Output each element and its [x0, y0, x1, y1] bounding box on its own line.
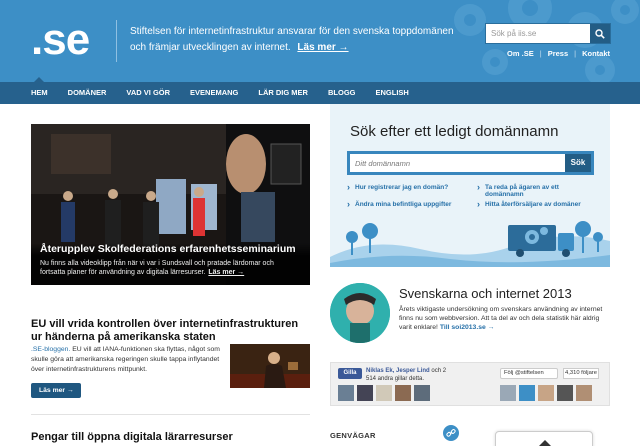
facebook-names[interactable]: Niklas Ek, Jesper Lind	[366, 368, 430, 374]
domain-link-owner[interactable]: Ta reda på ägaren av ett domännamn	[477, 182, 597, 198]
avatar[interactable]	[395, 385, 411, 401]
nav-item-english[interactable]: ENGLISH	[365, 82, 418, 104]
avatar[interactable]	[357, 385, 373, 401]
search-button[interactable]	[590, 24, 610, 43]
domain-links: Hur registrerar jag en domän? Ta reda på…	[347, 182, 597, 209]
avatar[interactable]	[519, 385, 535, 401]
avatar[interactable]	[376, 385, 392, 401]
search-icon	[595, 28, 605, 39]
top-link-contact[interactable]: Kontakt	[582, 49, 610, 58]
twitter-follower-count: 4,310 följare	[563, 368, 599, 379]
nav-item-domains[interactable]: DOMÄNER	[58, 82, 117, 104]
nav-item-what-we-do[interactable]: VAD VI GÖR	[116, 82, 180, 104]
top-link-separator: |	[539, 49, 542, 58]
avatar[interactable]	[557, 385, 573, 401]
hero-caption: Återupplev Skolfederations erfarenhetsse…	[31, 243, 310, 285]
avatar[interactable]	[338, 385, 354, 401]
site-search	[485, 23, 611, 44]
twitter-follow-button[interactable]: Följ @stiftelsen	[500, 368, 558, 379]
domain-search-box: Sök efter ett ledigt domännamn Sök Hur r…	[330, 104, 610, 267]
site-tagline: Stiftelsen för internetinfrastruktur ans…	[130, 24, 460, 56]
hero-title[interactable]: Återupplev Skolfederations erfarenhetsse…	[40, 243, 301, 255]
avatar[interactable]	[576, 385, 592, 401]
domain-link-register[interactable]: Hur registrerar jag en domän?	[347, 182, 477, 198]
domain-search-form: Sök	[347, 151, 594, 175]
facebook-avatars	[338, 385, 430, 401]
facebook-like-text: Niklas Ek, Jesper Lind och 2 514 andra g…	[366, 367, 456, 383]
internet2013-title[interactable]: Svenskarna och internet 2013	[399, 286, 572, 301]
scroll-to-top-button[interactable]	[495, 431, 593, 446]
avatar[interactable]	[538, 385, 554, 401]
top-links: Om .SE | Press | Kontakt	[507, 49, 610, 58]
hero-banner[interactable]: Återupplev Skolfederations erfarenhetsse…	[31, 124, 310, 285]
top-link-about[interactable]: Om .SE	[507, 49, 534, 58]
hero-body: Nu finns alla videoklipp från när vi var…	[40, 259, 301, 277]
article-source-link[interactable]: .SE-bloggen.	[31, 346, 70, 353]
tagline-more-link[interactable]: Läs mer →	[297, 42, 348, 53]
social-widgets: Gilla Niklas Ek, Jesper Lind och 2 514 a…	[330, 362, 610, 406]
domain-search-button[interactable]: Sök	[565, 154, 591, 172]
shortcuts-heading: GENVÄGAR	[330, 431, 376, 440]
main-nav: HEM DOMÄNER VAD VI GÖR EVENEMANG LÄR DIG…	[0, 77, 640, 104]
article-title[interactable]: Pengar till öppna digitala lärarresurser	[31, 431, 233, 443]
domain-input[interactable]	[350, 154, 565, 172]
site-logo[interactable]: .se	[31, 18, 90, 62]
hero-more-link[interactable]: Läs mer →	[208, 269, 244, 276]
internet2013-body: Årets viktigaste undersökning om svenska…	[399, 305, 613, 333]
nav-item-label: HEM	[31, 88, 48, 97]
tagline-text: Stiftelsen för internetinfrastruktur ans…	[130, 26, 454, 53]
nav-item-events[interactable]: EVENEMANG	[180, 82, 248, 104]
internet2013-link[interactable]: Till soi2013.se →	[440, 324, 495, 331]
article-image[interactable]	[230, 344, 310, 388]
nav-item-blog[interactable]: BLOGG	[318, 82, 366, 104]
logo-divider	[116, 20, 117, 62]
top-link-press[interactable]: Press	[548, 49, 568, 58]
active-caret-icon	[34, 77, 45, 82]
article-title[interactable]: EU vill vrida kontrollen över internetin…	[31, 318, 310, 343]
page: .se Stiftelsen för internetinfrastruktur…	[0, 0, 640, 446]
read-more-button[interactable]: Läs mer →	[31, 383, 81, 398]
domain-search-title: Sök efter ett ledigt domännamn	[350, 123, 559, 140]
facebook-like-button[interactable]: Gilla	[338, 368, 362, 379]
divider	[31, 414, 310, 415]
avatar[interactable]	[414, 385, 430, 401]
search-input[interactable]	[486, 24, 590, 43]
internet2013-image[interactable]	[330, 283, 390, 343]
nav-item-home[interactable]: HEM	[21, 77, 58, 104]
internet2013-text: Årets viktigaste undersökning om svenska…	[399, 306, 603, 332]
site-header: .se Stiftelsen för internetinfrastruktur…	[0, 0, 640, 82]
truck-landscape-illustration	[330, 221, 610, 267]
top-link-separator: |	[574, 49, 577, 58]
arrow-up-icon	[539, 440, 551, 446]
link-icon[interactable]	[443, 425, 459, 441]
article-body: .SE-bloggen. EU vill att IANA-funktionen…	[31, 345, 223, 374]
twitter-avatars	[500, 385, 592, 401]
avatar[interactable]	[500, 385, 516, 401]
nav-item-learn-more[interactable]: LÄR DIG MER	[248, 82, 318, 104]
